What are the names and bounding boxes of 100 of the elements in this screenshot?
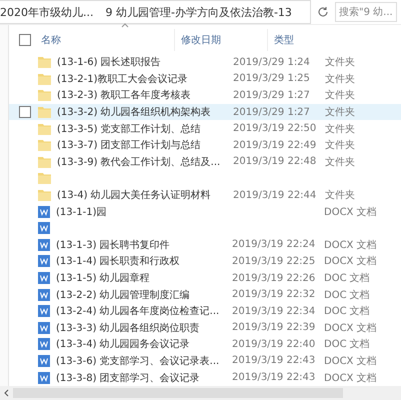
word-document-icon — [38, 272, 50, 284]
modified-date: 2019/3/19 22:43 — [232, 372, 316, 384]
file-type: DOC 文档 — [324, 273, 370, 284]
file-type: DOCX 文档 — [324, 206, 377, 218]
file-row[interactable]: (13-4) 幼儿园大美任务认证明材料 2019/3/19 22:44 文件夹 — [9, 186, 401, 204]
file-name: (13-2-4) 幼儿园各年度岗位检查记... — [56, 306, 220, 318]
breadcrumb[interactable]: 2020年市级幼儿... — [0, 4, 94, 20]
file-name: (13-3-5) 党支部工作计划、总结 — [57, 124, 201, 135]
file-name: (13-3-3) 幼儿园各组织岗位职责 — [56, 322, 200, 334]
breadcrumb[interactable]: 9 幼儿园管理-办学方向及依法治教-13 — [105, 4, 292, 20]
modified-date: 2019/3/29 1:27 — [233, 106, 310, 118]
folder-icon — [38, 89, 51, 102]
file-type: DOCX 文档 — [324, 240, 377, 251]
modified-date: 2019/3/19 22:32 — [232, 289, 316, 300]
refresh-icon[interactable] — [317, 6, 329, 18]
modified-date: 2019/3/19 22:25 — [232, 256, 316, 267]
folder-icon — [38, 56, 51, 68]
file-type: 文件夹 — [325, 90, 355, 102]
file-row[interactable]: (13-1-4) 园长职责和行政权 2019/3/19 22:25 DOCX 文档 — [9, 253, 401, 270]
file-type: DOCX 文档 — [324, 372, 377, 384]
sort-caret-icon — [121, 23, 129, 28]
file-row[interactable]: (13-2-3) 教职工各年度考核表 2019/3/29 1:27 文件夹 — [9, 87, 401, 104]
folder-icon — [38, 156, 51, 168]
file-row[interactable]: (13-1-6) 园长述职报告 2019/3/29 1:24 文件夹 — [9, 54, 401, 71]
file-name: (13-2-1)教职工大会会议记录 — [57, 74, 188, 85]
modified-date: 2019/3/19 22:24 — [232, 239, 316, 250]
file-type: 文件夹 — [325, 140, 355, 152]
file-row[interactable]: (13-3-5) 党支部工作计划、总结 2019/3/19 22:50 文件夹 — [9, 120, 401, 137]
file-type: 文件夹 — [325, 107, 355, 118]
file-name: (13-3-6) 党支部学习、会议记录表... — [56, 356, 220, 367]
folder-icon — [38, 172, 51, 184]
file-type: DOCX 文档 — [324, 356, 377, 367]
file-row[interactable]: (13-3-3) 幼儿园各组织岗位职责 2019/3/19 22:39 DOCX 文档 — [9, 320, 401, 336]
file-name: (13-1-6) 园长述职报告 — [57, 57, 161, 68]
column-header[interactable]: 修改日期 — [181, 33, 267, 47]
word-document-icon — [38, 338, 50, 350]
modified-date: 2019/3/19 22:49 — [233, 140, 316, 151]
file-name: (13-3-4) 幼儿园园务会议记录 — [56, 339, 190, 350]
file-name: (13-3-2) 幼儿园各组织机构架构表 — [57, 107, 211, 118]
search-field[interactable]: 搜索"9 幼... — [335, 2, 397, 22]
file-type: DOCX 文档 — [324, 256, 377, 268]
file-name: (13-1-5) 幼儿园章程 — [56, 273, 150, 284]
column-header[interactable]: 类型 — [274, 33, 401, 47]
file-name: (13-3-7) 团支部工作计划与总结 — [57, 140, 201, 152]
modified-date: 2019/3/19 22:39 — [232, 322, 316, 334]
file-name: (13-1-1)园 — [56, 206, 106, 218]
folder-icon — [38, 122, 51, 135]
modified-date: 2019/3/19 22:44 — [233, 190, 316, 201]
file-type: DOC 文档 — [324, 306, 370, 318]
modified-date: 2019/3/19 22:43 — [232, 355, 316, 366]
file-name: (13-2-3) 教职工各年度考核表 — [57, 90, 191, 102]
modified-date: 2019/3/19 22:34 — [232, 306, 316, 317]
file-name: (13-1-4) 园长职责和行政权 — [56, 256, 180, 268]
word-document-icon — [38, 305, 50, 318]
file-row[interactable]: (13-3-7) 团支部工作计划与总结 2019/3/19 22:49 文件夹 — [9, 136, 401, 154]
horizontal-scrollbar[interactable] — [0, 386, 401, 400]
word-document-icon — [38, 372, 50, 384]
address-bar[interactable]: 2020年市级幼儿... 9 幼儿园管理-办学方向及依法治教-13 — [0, 0, 311, 24]
file-row[interactable]: (13-3-8) 团支部学习、会议记录 2019/3/19 22:43 DOCX 文档 — [9, 369, 401, 386]
file-name: (13-4) 幼儿园大美任务认证明材料 — [57, 190, 211, 202]
select-all-checkbox[interactable] — [19, 34, 31, 46]
file-type: 文件夹 — [325, 190, 355, 202]
file-row[interactable]: (13-1-5) 幼儿园章程 2019/3/19 22:26 DOC 文档 — [9, 270, 401, 286]
scroll-left-icon[interactable] — [4, 389, 9, 397]
file-type: 文件夹 — [325, 124, 355, 135]
modified-date: 2019/3/19 22:40 — [232, 338, 316, 350]
file-row[interactable]: (13-3-6) 党支部学习、会议记录表... 2019/3/19 22:43 DOCX 文档 — [9, 352, 401, 370]
file-type: 文件夹 — [325, 57, 355, 68]
word-document-icon — [38, 255, 50, 268]
file-row[interactable]: (13-2-1)教职工大会会议记录 2019/3/29 1:25 文件夹 — [9, 70, 401, 88]
file-row[interactable]: (13-2-2) 幼儿园管理制度汇编 2019/3/19 22:32 DOC 文档 — [9, 286, 401, 303]
file-name: (13-3-9) 教代会工作计划、总结及... — [57, 156, 220, 168]
word-document-icon — [38, 222, 50, 234]
word-document-icon — [38, 354, 50, 367]
modified-date: 2019/3/19 22:48 — [233, 156, 316, 168]
modified-date: 2019/3/29 1:27 — [233, 90, 310, 101]
file-name: (13-1-3) 园长聘书复印件 — [56, 240, 170, 251]
file-row[interactable]: (13-1-3) 园长聘书复印件 2019/3/19 22:24 DOCX 文档 — [9, 236, 401, 254]
modified-date: 2019/3/29 1:24 — [233, 56, 310, 68]
file-row[interactable]: (13-1-1)园 DOCX 文档 — [9, 203, 401, 220]
word-document-icon — [38, 238, 50, 251]
word-document-icon — [38, 206, 50, 218]
word-document-icon — [38, 288, 50, 301]
row-checkbox[interactable] — [19, 106, 31, 118]
file-row[interactable]: (13-3-4) 幼儿园园务会议记录 2019/3/19 22:40 DOC 文档 — [9, 336, 401, 353]
word-document-icon — [38, 322, 50, 334]
file-type: DOC 文档 — [324, 290, 370, 301]
file-name: (13-2-2) 幼儿园管理制度汇编 — [56, 290, 190, 301]
file-type: 文件夹 — [325, 156, 355, 168]
file-type: DOCX 文档 — [324, 322, 377, 334]
folder-icon — [38, 106, 51, 118]
column-header[interactable]: 名称 — [41, 33, 174, 47]
file-type: DOC 文档 — [324, 339, 370, 350]
modified-date: 2019/3/19 22:26 — [232, 272, 316, 284]
file-type: 文件夹 — [325, 74, 355, 85]
file-row[interactable]: (13-3-9) 教代会工作计划、总结及... 2019/3/19 22:48 文件夹 — [9, 154, 401, 170]
modified-date: 2019/3/19 22:50 — [233, 123, 316, 134]
file-row[interactable]: (13-2-4) 幼儿园各年度岗位检查记... 2019/3/19 22:34 DOC 文档 — [9, 302, 401, 320]
folder-icon — [38, 139, 51, 152]
file-row[interactable]: (13-3-2) 幼儿园各组织机构架构表 2019/3/29 1:27 文件夹 — [9, 104, 401, 120]
